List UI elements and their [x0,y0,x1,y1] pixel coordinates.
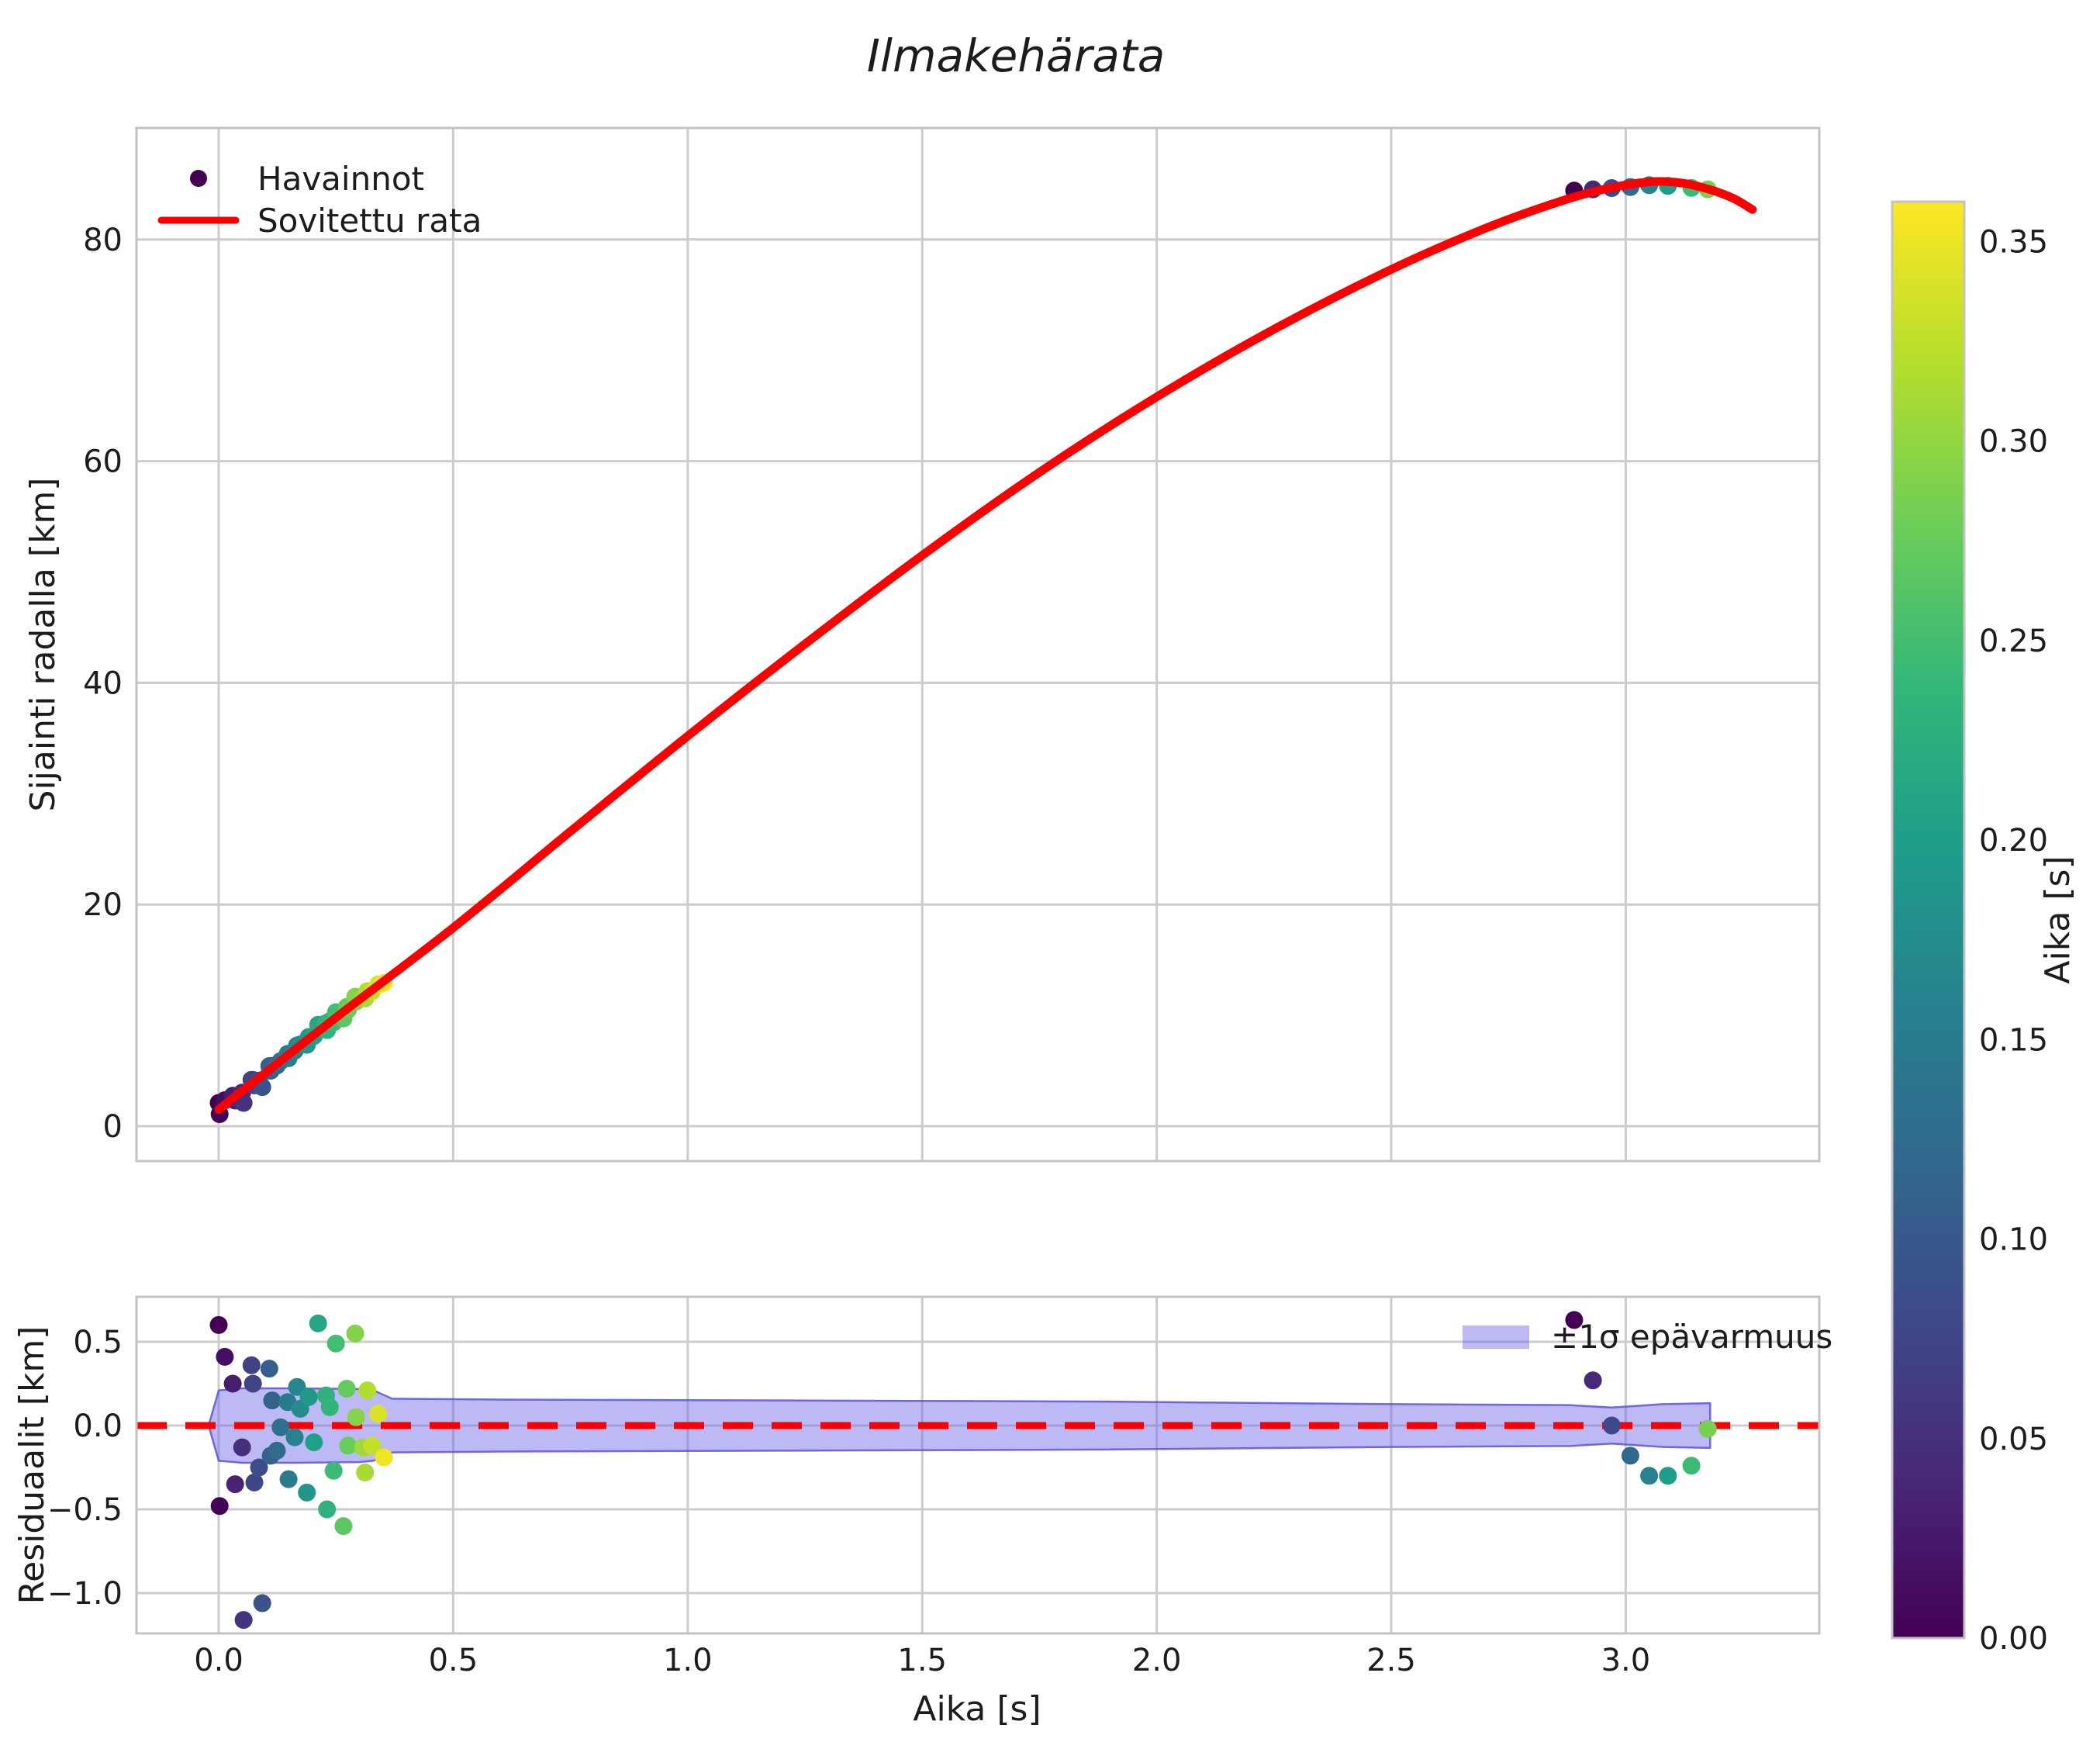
legend-band-swatch-icon [1463,1326,1529,1349]
residual-point [233,1438,251,1457]
residuals-y-axis-label: Residuaalit [km] [12,1326,52,1605]
colorbar-tick-label: 0.10 [1979,1222,2048,1258]
x-tick-label: 0.5 [429,1643,478,1678]
residual-point [1602,1416,1621,1435]
residual-point [346,1324,364,1343]
residual-point [358,1381,377,1400]
residual-point [356,1464,375,1481]
trajectory-y-tick-label: 40 [83,665,123,701]
legend-label-fit: Sovitettu rata [257,202,482,240]
colorbar-tick-label: 0.05 [1979,1422,2048,1457]
residual-point [309,1314,327,1332]
residuals-y-tick-label: −0.5 [47,1492,123,1528]
residual-point [324,1461,343,1480]
residual-point [1584,1371,1602,1390]
figure-background [0,0,2100,1742]
residual-point [334,1517,353,1536]
residual-point [244,1374,262,1393]
residuals-y-tick-label: 0.5 [73,1325,123,1360]
trajectory-y-tick-label: 60 [83,444,123,480]
residual-point [1682,1457,1701,1475]
colorbar-tick-label: 0.30 [1979,424,2048,460]
x-tick-label: 0.0 [194,1643,244,1678]
trajectory-y-tick-label: 0 [103,1109,123,1145]
residual-point [223,1374,242,1393]
residual-point [234,1611,253,1630]
residual-point [305,1433,323,1452]
chart-title: Ilmakehärata [867,29,1166,82]
residual-point [1640,1467,1659,1485]
trajectory-y-tick-label: 20 [83,887,123,923]
residual-point [375,1448,393,1467]
residual-point [369,1405,388,1423]
residual-point [320,1398,339,1416]
residual-point [298,1483,316,1502]
residual-point [1621,1446,1639,1465]
colorbar-gradient [1892,202,1964,1638]
x-tick-label: 2.0 [1132,1643,1182,1678]
x-tick-label: 2.5 [1366,1643,1416,1678]
residual-point [279,1470,298,1488]
residual-point [1659,1467,1677,1485]
trajectory-y-tick-label: 80 [83,223,123,258]
colorbar-tick-label: 0.35 [1979,224,2048,260]
residuals-y-tick-label: −1.0 [47,1576,123,1612]
x-tick-label: 3.0 [1601,1643,1651,1678]
residual-point [209,1315,228,1334]
legend-label-uncertainty: ±1σ epävarmuus [1551,1318,1832,1356]
residual-point [339,1436,357,1455]
residual-point [210,1497,229,1516]
colorbar-tick-label: 0.00 [1979,1621,2048,1657]
x-tick-label: 1.0 [663,1643,713,1678]
legend-label-observations: Havainnot [257,160,424,198]
residual-point [242,1356,261,1374]
colorbar-tick-label: 0.25 [1979,624,2048,659]
residual-point [318,1500,337,1519]
residual-point [347,1408,365,1426]
colorbar-tick-label: 0.15 [1979,1022,2048,1058]
residuals-y-tick-label: 0.0 [73,1408,123,1444]
residual-point [326,1334,345,1353]
residual-point [268,1441,286,1460]
residual-point [285,1428,304,1446]
residual-point [263,1391,281,1410]
trajectory-y-axis-label: Sijainti radalla [km] [23,478,63,812]
figure: 0 20 40 60 80 0.5 0.0 −0.5 −1.0 0.0 0.5 1.0 1.5 2.0 2.… [0,0,2100,1742]
residual-point [337,1380,356,1398]
residual-point [1698,1419,1717,1438]
colorbar-label: Aika [s] [2038,855,2078,983]
residual-point [253,1594,271,1612]
residual-point [216,1347,234,1366]
trajectory-figure: 0 20 40 60 80 0.5 0.0 −0.5 −1.0 0.0 0.5 1.0 1.5 2.0 2.… [0,0,2100,1742]
legend-scatter-marker-icon [190,170,207,187]
residual-point [299,1388,318,1406]
colorbar-tick-label: 0.20 [1979,823,2048,859]
residual-point [260,1360,278,1378]
residual-point [226,1475,244,1494]
x-tick-label: 1.5 [897,1643,947,1678]
x-axis-label: Aika [s] [913,1689,1041,1729]
residual-point [245,1473,264,1491]
